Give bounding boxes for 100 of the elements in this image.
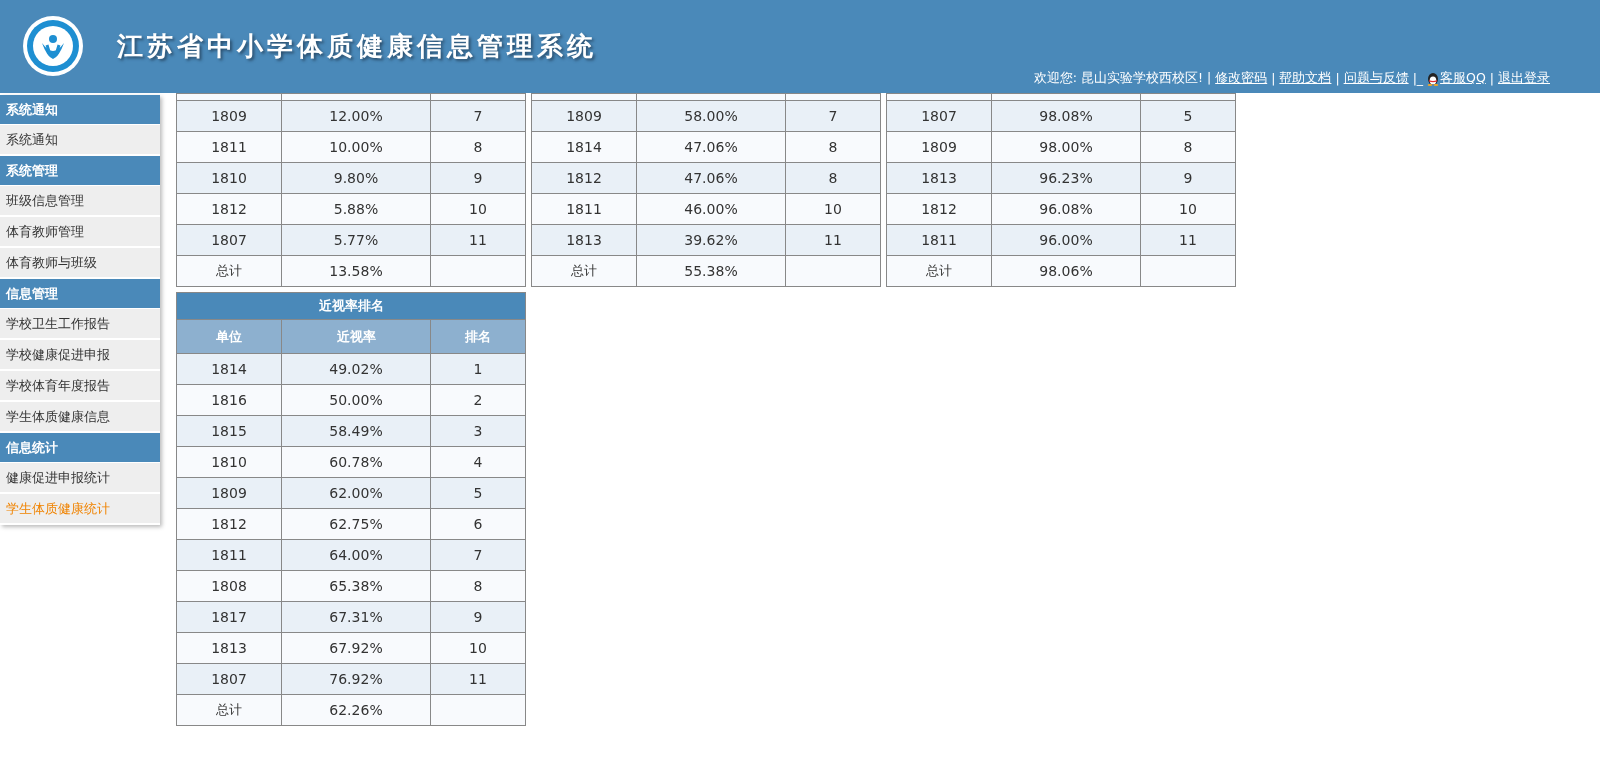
welcome-text: | <box>1271 71 1276 86</box>
sidebar-item[interactable]: 体育教师与班级 <box>0 248 160 277</box>
table-cell: 7 <box>430 100 526 132</box>
table-cell: 1811 <box>886 224 992 256</box>
table-cell: 49.02% <box>281 353 431 385</box>
table-cell: 67.31% <box>281 601 431 633</box>
table-cell: 1815 <box>176 415 282 447</box>
table-cell: 9.80% <box>281 162 431 194</box>
header-link[interactable]: 退出登录 <box>1498 70 1550 87</box>
header-link[interactable]: 问题与反馈 <box>1343 70 1409 87</box>
table-cell: 1814 <box>176 353 282 385</box>
welcome-text: 欢迎您: 昆山实验学校西校区! | <box>1033 70 1212 87</box>
table-cell: 10 <box>1140 193 1236 225</box>
table-cell: 76.92% <box>281 663 431 695</box>
column-header: 排名 <box>430 319 526 354</box>
header-link[interactable]: 修改密码 <box>1215 70 1268 87</box>
welcome-text: |_ <box>1412 71 1424 86</box>
table-cell: 98.08% <box>991 100 1141 132</box>
table-cell: 1812 <box>176 508 282 540</box>
sidebar-item[interactable]: 体育教师管理 <box>0 217 160 246</box>
table-cell: 10.00% <box>281 131 431 163</box>
table-cell: 58.49% <box>281 415 431 447</box>
table-cell: 1811 <box>531 193 637 225</box>
table-cell: 62.26% <box>281 694 431 726</box>
table-title: 近视率排名 <box>176 292 526 320</box>
table-cell: 47.06% <box>636 162 786 194</box>
sidebar-item[interactable]: 学校卫生工作报告 <box>0 309 160 338</box>
sidebar-item[interactable]: 学校健康促进申报 <box>0 340 160 369</box>
table-cell: 1814 <box>531 131 637 163</box>
table-cell: 96.00% <box>991 224 1141 256</box>
welcome-text: | <box>1335 71 1340 86</box>
table-cell: 1813 <box>531 224 637 256</box>
table-cell: 7 <box>785 100 881 132</box>
table-cell: 5.77% <box>281 224 431 256</box>
table-cell: 1807 <box>886 100 992 132</box>
table-cell: 总计 <box>176 694 282 726</box>
table-cell: 3 <box>430 415 526 447</box>
table-cell: 11 <box>785 224 881 256</box>
logo-icon <box>22 15 84 77</box>
header-link[interactable]: 帮助文档 <box>1279 70 1332 87</box>
table-cell: 1813 <box>176 632 282 664</box>
table-cell: 60.78% <box>281 446 431 478</box>
sidebar-item[interactable]: 系统通知 <box>0 125 160 154</box>
sidebar-item[interactable]: 学校体育年度报告 <box>0 371 160 400</box>
table-cell: 9 <box>430 601 526 633</box>
table-cell: 39.62% <box>636 224 786 256</box>
table-cell: 98.00% <box>991 131 1141 163</box>
table-cell: 1810 <box>176 446 282 478</box>
sidebar-item[interactable]: 班级信息管理 <box>0 186 160 215</box>
table-cell: 50.00% <box>281 384 431 416</box>
table-cell: 1809 <box>176 477 282 509</box>
table-cell: 12.00% <box>281 100 431 132</box>
table-cell: 6 <box>430 508 526 540</box>
table-cell: 10 <box>430 193 526 225</box>
table-cell: 1817 <box>176 601 282 633</box>
table-cell: 10 <box>785 193 881 225</box>
sidebar-section-title: 信息统计 <box>0 433 160 462</box>
table-cell: 46.00% <box>636 193 786 225</box>
table-cell: 1812 <box>176 193 282 225</box>
table-cell: 1808 <box>176 570 282 602</box>
table-cell: 11 <box>1140 224 1236 256</box>
table-cell: 13.58% <box>281 255 431 287</box>
table-cell: 11 <box>430 224 526 256</box>
table-cell: 1812 <box>531 162 637 194</box>
table-cell: 2 <box>430 384 526 416</box>
sidebar-item[interactable]: 学生体质健康信息 <box>0 402 160 431</box>
table-cell: 9 <box>430 162 526 194</box>
table-cell: 5 <box>430 477 526 509</box>
table-cell: 1816 <box>176 384 282 416</box>
penguin-icon <box>1427 71 1440 86</box>
table-cell: 67.92% <box>281 632 431 664</box>
welcome-text: | <box>1489 71 1494 86</box>
table-cell: 62.75% <box>281 508 431 540</box>
table-cell: 64.00% <box>281 539 431 571</box>
table-cell: 总计 <box>531 255 637 287</box>
sidebar-section-title: 系统管理 <box>0 156 160 185</box>
table-cell: 11 <box>430 663 526 695</box>
system-title: 江苏省中小学体质健康信息管理系统 <box>117 29 597 63</box>
table-cell: 总计 <box>886 255 992 287</box>
table-cell: 1 <box>430 353 526 385</box>
table-cell: 96.23% <box>991 162 1141 194</box>
table-cell: 8 <box>785 162 881 194</box>
table-cell: 9 <box>1140 162 1236 194</box>
table-cell: 47.06% <box>636 131 786 163</box>
table-cell: 8 <box>430 570 526 602</box>
table-cell: 1813 <box>886 162 992 194</box>
sidebar-section-title: 系统通知 <box>0 95 160 124</box>
sidebar-item[interactable]: 健康促进申报统计 <box>0 463 160 492</box>
table-cell: 8 <box>430 131 526 163</box>
table-cell: 98.06% <box>991 255 1141 287</box>
customer-service-link[interactable]: 客服QQ <box>1440 70 1486 87</box>
column-header: 单位 <box>176 319 282 354</box>
table-cell: 8 <box>1140 131 1236 163</box>
column-header: 近视率 <box>281 319 431 354</box>
table-cell: 62.00% <box>281 477 431 509</box>
sidebar-section-title: 信息管理 <box>0 279 160 308</box>
table-cell: 96.08% <box>991 193 1141 225</box>
table-cell: 58.00% <box>636 100 786 132</box>
table-cell: 4 <box>430 446 526 478</box>
table-cell: 1812 <box>886 193 992 225</box>
